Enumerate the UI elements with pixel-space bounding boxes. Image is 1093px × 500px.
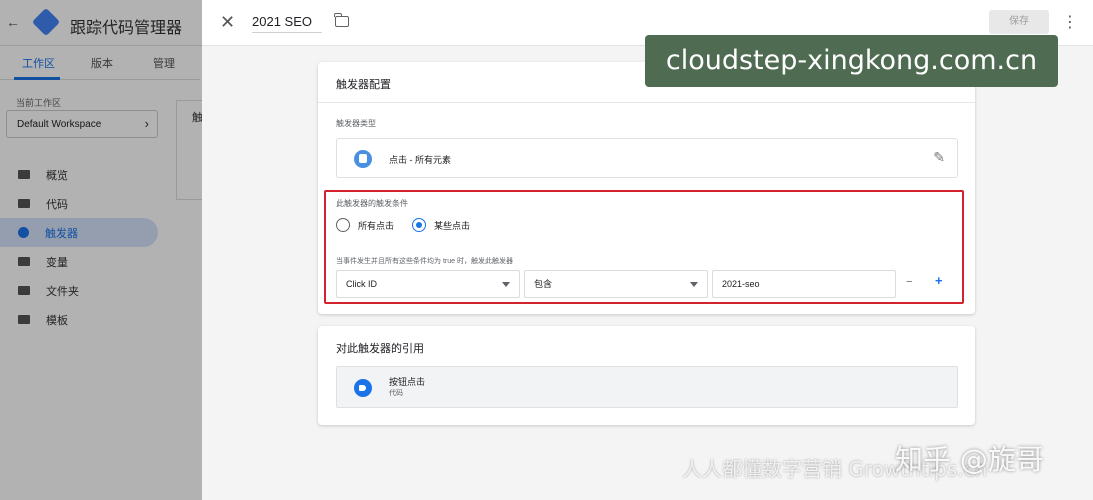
- variable-select-value: Click ID: [346, 279, 377, 289]
- dropdown-caret-icon: [690, 282, 698, 287]
- close-icon[interactable]: ✕: [220, 12, 235, 33]
- radio-all-clicks[interactable]: [336, 218, 350, 232]
- watermark-zhihu: 知乎 @旋哥: [895, 443, 1044, 476]
- card-title: 对此触发器的引用: [336, 343, 424, 355]
- card-title: 触发器配置: [336, 79, 391, 91]
- operator-select-value: 包含: [534, 279, 553, 289]
- dropdown-caret-icon: [502, 282, 510, 287]
- tag-icon: [354, 379, 372, 397]
- trigger-name-input[interactable]: 2021 SEO: [252, 14, 322, 33]
- more-vert-icon[interactable]: ⋮: [1062, 12, 1078, 32]
- condition-value-input[interactable]: 2021-seo: [712, 270, 896, 298]
- watermark-banner: cloudstep-xingkong.com.cn: [645, 35, 1058, 87]
- save-button[interactable]: 保存: [989, 10, 1049, 34]
- condition-value-text: 2021-seo: [722, 279, 760, 289]
- add-condition-button[interactable]: +: [935, 273, 943, 288]
- operator-select[interactable]: 包含: [524, 270, 708, 298]
- reference-item[interactable]: 按钮点击 代码: [336, 366, 958, 408]
- trigger-conditions: 此触发器的触发条件 所有点击 某些点击 当事件发生并且所有这些条件均为 true…: [324, 190, 964, 304]
- reference-type: 代码: [389, 390, 403, 397]
- trigger-type-selector[interactable]: 点击 - 所有元素 ✎: [336, 138, 958, 178]
- click-icon: [354, 150, 372, 168]
- radio-all-clicks-label[interactable]: 所有点击: [358, 219, 394, 232]
- reference-name: 按钮点击: [389, 377, 426, 387]
- edit-pencil-icon[interactable]: ✎: [933, 149, 945, 166]
- radio-some-clicks-label[interactable]: 某些点击: [434, 219, 470, 232]
- trigger-type-label: 触发器类型: [336, 119, 376, 128]
- condition-description: 当事件发生并且所有这些条件均为 true 时，触发此触发器: [336, 258, 513, 265]
- conditions-label: 此触发器的触发条件: [336, 199, 408, 208]
- radio-some-clicks[interactable]: [412, 218, 427, 232]
- trigger-references-card: 对此触发器的引用 按钮点击 代码: [318, 326, 975, 425]
- remove-condition-button[interactable]: −: [906, 276, 912, 288]
- radio-group: 所有点击 某些点击: [336, 218, 470, 232]
- folder-icon[interactable]: [334, 13, 349, 27]
- trigger-type-value: 点击 - 所有元素: [389, 155, 451, 165]
- divider: [318, 102, 975, 103]
- variable-select[interactable]: Click ID: [336, 270, 520, 298]
- trigger-config-card: 触发器配置 触发器类型 点击 - 所有元素 ✎ 此触发器的触发条件 所有点击 某…: [318, 62, 975, 314]
